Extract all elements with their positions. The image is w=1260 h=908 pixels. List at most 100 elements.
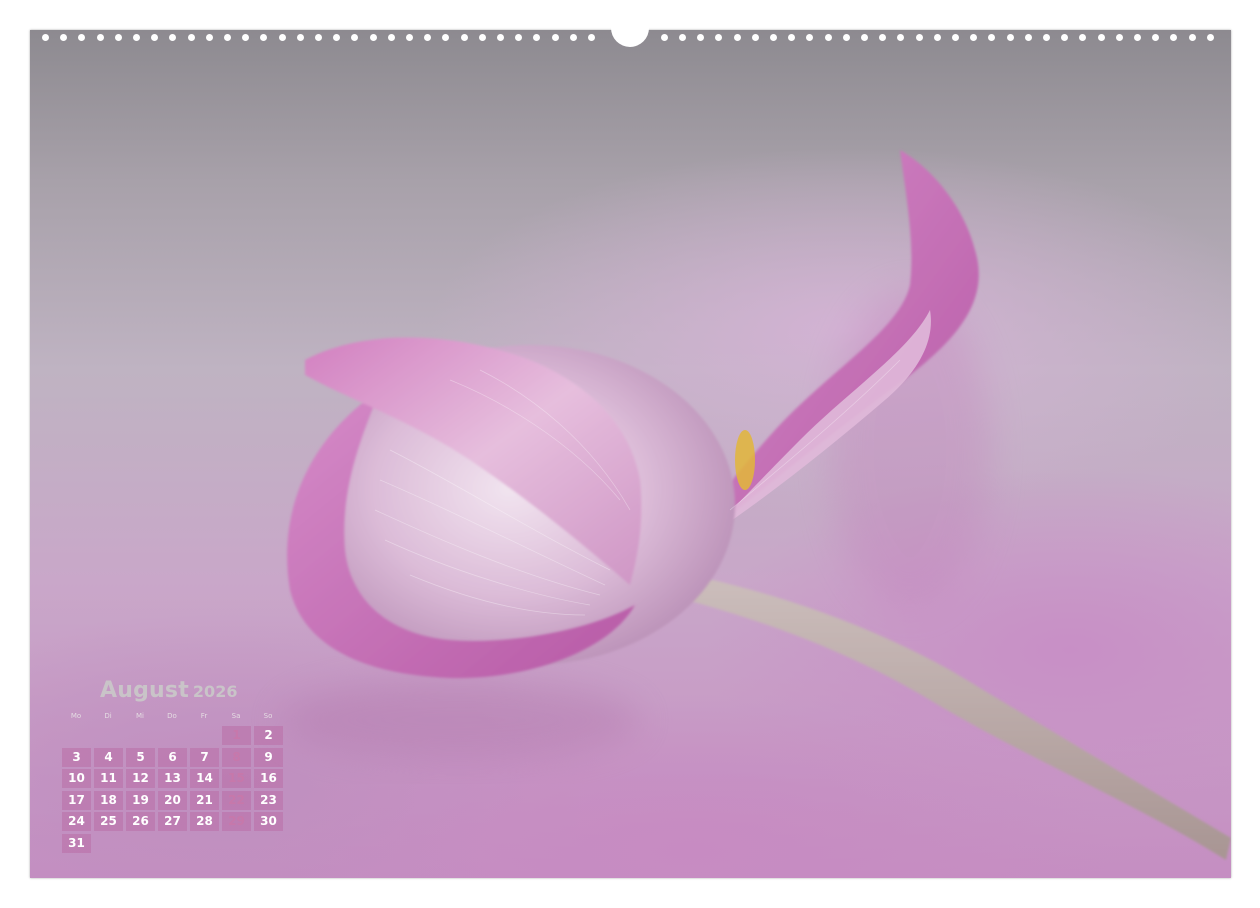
binding-hole: [188, 34, 195, 41]
weekday-label: So: [263, 712, 273, 720]
binding-hole: [279, 34, 286, 41]
binding-hole: [497, 34, 504, 41]
binding-hole: [206, 34, 213, 41]
binding-hole: [1134, 34, 1141, 41]
binding-hole: [1207, 34, 1214, 41]
binding-hole: [224, 34, 231, 41]
weekday-label: Mo: [70, 712, 82, 720]
binding-hole: [333, 34, 340, 41]
binding-hole: [351, 34, 358, 41]
day-cell: 22: [222, 790, 251, 810]
binding-hole: [916, 34, 923, 41]
calendar-page: August 2026 Mo Di Mi Do Fr Sa So 1 2 3 4 5 6 7 8 9 10 11 12…: [0, 0, 1260, 908]
binding-hole: [770, 34, 777, 41]
day-cell: 6: [158, 747, 187, 767]
binding-hole: [934, 34, 941, 41]
binding-hole: [42, 34, 49, 41]
day-cell: 15: [222, 769, 251, 788]
day-cell: 5: [126, 747, 155, 767]
binding-hole: [60, 34, 67, 41]
day-cell: 21: [190, 790, 219, 810]
day-cell: 4: [94, 747, 123, 767]
day-cell: 25: [94, 812, 123, 831]
day-cell: 11: [94, 769, 123, 788]
day-cell: 17: [62, 790, 91, 810]
weekday-label: Do: [167, 712, 177, 720]
binding-hole: [151, 34, 158, 41]
day-cell: 20: [158, 790, 187, 810]
binding-hole: [843, 34, 850, 41]
binding-hole: [1007, 34, 1014, 41]
day-cell: 23: [254, 790, 283, 810]
binding-hole: [78, 34, 85, 41]
binding-hole: [515, 34, 522, 41]
day-cell: 14: [190, 769, 219, 788]
binding-hole: [242, 34, 249, 41]
binding-hole: [442, 34, 449, 41]
binding-hole: [1116, 34, 1123, 41]
day-cell: 8: [222, 747, 251, 767]
binding-hole: [715, 34, 722, 41]
binding-hole: [897, 34, 904, 41]
weekday-label: Mi: [136, 712, 144, 720]
day-cell: 13: [158, 769, 187, 788]
binding-hole: [1043, 34, 1050, 41]
binding-hole: [424, 34, 431, 41]
binding-hole: [806, 34, 813, 41]
month-title: August 2026: [100, 678, 237, 703]
binding-hole: [1189, 34, 1196, 41]
binding-hole: [406, 34, 413, 41]
binding-hole: [133, 34, 140, 41]
binding-hole: [370, 34, 377, 41]
day-cell: 2: [254, 726, 283, 745]
binding-hole: [461, 34, 468, 41]
binding-hole: [952, 34, 959, 41]
day-cell: 9: [254, 747, 283, 767]
binding-hole: [169, 34, 176, 41]
binding-hole: [679, 34, 686, 41]
binding-hole: [588, 34, 595, 41]
weekday-label: Fr: [200, 712, 208, 720]
binding-hole: [315, 34, 322, 41]
binding-hole: [115, 34, 122, 41]
binding-hole: [97, 34, 104, 41]
binding-hole: [1170, 34, 1177, 41]
binding-hole: [661, 34, 668, 41]
binding-hole: [1061, 34, 1068, 41]
day-cell: 26: [126, 812, 155, 831]
day-cell: 30: [254, 812, 283, 831]
binding-hole: [697, 34, 704, 41]
binding-hole: [479, 34, 486, 41]
binding-hole: [533, 34, 540, 41]
binding-hole: [788, 34, 795, 41]
binding-hole: [388, 34, 395, 41]
binding-hole: [1025, 34, 1032, 41]
binding-hole: [552, 34, 559, 41]
binding-hole: [879, 34, 886, 41]
day-cell: 19: [126, 790, 155, 810]
binding-hole: [297, 34, 304, 41]
day-cell: 12: [126, 769, 155, 788]
binding-hole: [970, 34, 977, 41]
binding-hole: [1152, 34, 1159, 41]
binding-hole: [825, 34, 832, 41]
day-cell: 10: [62, 769, 91, 788]
day-cell: 29: [222, 812, 251, 831]
day-cell: 31: [62, 833, 91, 853]
binding-hole: [1098, 34, 1105, 41]
day-cell: 7: [190, 747, 219, 767]
binding-hole: [752, 34, 759, 41]
day-cell: 18: [94, 790, 123, 810]
day-cell: 24: [62, 812, 91, 831]
day-cell: 27: [158, 812, 187, 831]
day-cell: 3: [62, 747, 91, 767]
binding-hole: [260, 34, 267, 41]
day-cell: 1: [222, 726, 251, 745]
binding-hole: [988, 34, 995, 41]
day-cell: 28: [190, 812, 219, 831]
day-cell: 16: [254, 769, 283, 788]
weekday-label: Di: [104, 712, 112, 720]
month-calendar: August 2026 Mo Di Mi Do Fr Sa So 1 2 3 4 5 6 7 8 9 10 11 12…: [60, 678, 300, 858]
binding-hole: [1079, 34, 1086, 41]
month-name: August: [100, 678, 189, 703]
